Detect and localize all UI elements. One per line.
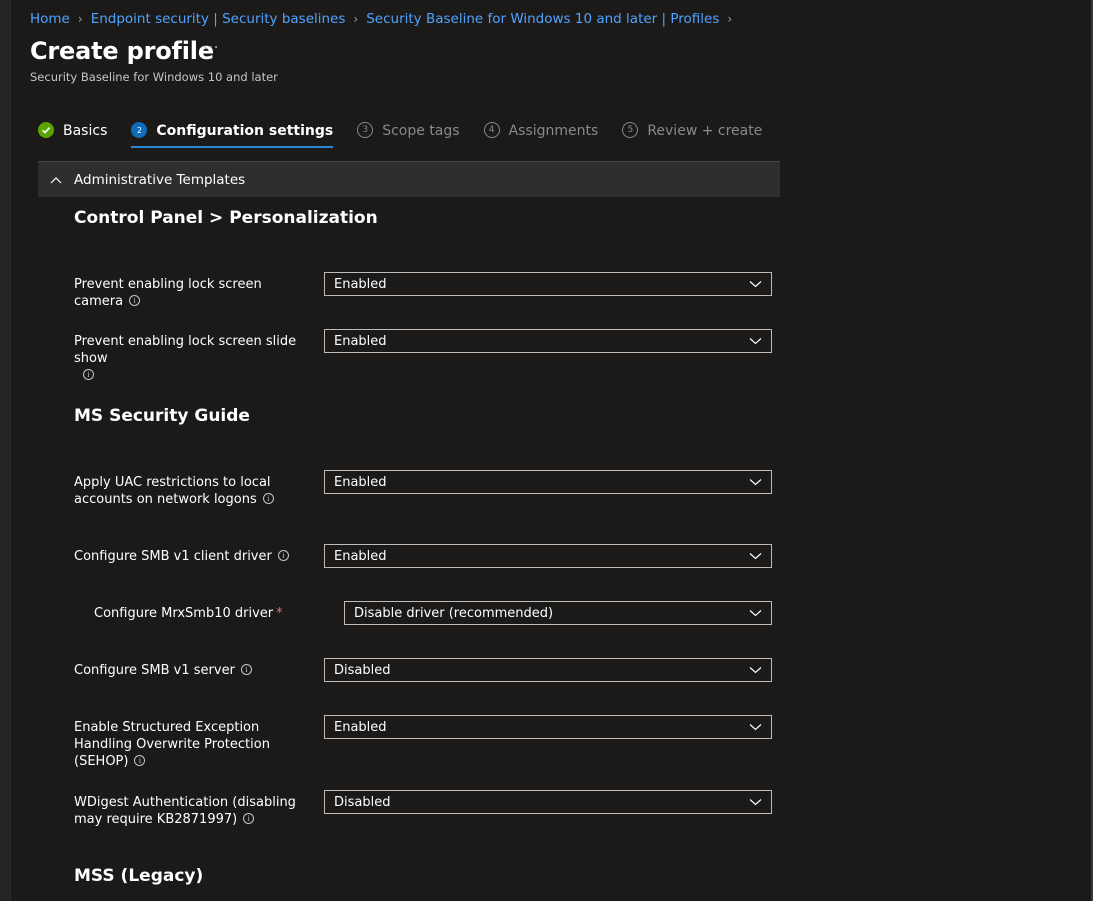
setting-label-text: Apply UAC restrictions to local accounts…: [74, 475, 271, 507]
chevron-down-icon: [749, 337, 763, 345]
info-icon[interactable]: i: [129, 295, 141, 306]
setting-label-text: Configure MrxSmb10 driver: [94, 606, 274, 621]
setting-label-text: WDigest Authentication (disabling may re…: [74, 795, 296, 827]
dropdown-value: Enabled: [334, 333, 387, 349]
chevron-down-icon: [749, 478, 763, 486]
setting-label-text: Configure SMB v1 client driver: [74, 549, 272, 564]
chevron-down-icon: [749, 609, 763, 617]
page-subtitle: Security Baseline for Windows 10 and lat…: [30, 70, 278, 84]
group-heading-personalization: Control Panel > Personalization: [74, 208, 378, 228]
breadcrumb-security-baselines[interactable]: Endpoint security | Security baselines: [91, 11, 346, 27]
dropdown-lock-screen-camera[interactable]: Enabled: [324, 272, 772, 296]
group-heading-ms-security-guide: MS Security Guide: [74, 406, 250, 426]
wizard-step-label: Basics: [63, 123, 108, 139]
wizard-steps: Basics 2 Configuration settings 3 Scope …: [38, 121, 786, 151]
setting-label: Configure SMB v1 client driver i: [74, 548, 314, 565]
wizard-step-label: Review + create: [647, 123, 763, 139]
wizard-step-configuration-settings[interactable]: 2 Configuration settings: [131, 121, 333, 149]
page-title: Create profile: [30, 37, 214, 65]
info-icon[interactable]: i: [240, 664, 252, 675]
dropdown-smb-v1-client[interactable]: Enabled: [324, 544, 772, 568]
wizard-step-label: Configuration settings: [156, 123, 334, 139]
dropdown-value: Enabled: [334, 474, 387, 490]
setting-label: Prevent enabling lock screen slide show i: [74, 333, 314, 384]
dropdown-value: Disable driver (recommended): [354, 605, 554, 621]
chevron-down-icon: [749, 723, 763, 731]
chevron-right-icon: ›: [77, 12, 83, 26]
step-number: 4: [483, 122, 500, 138]
dropdown-uac-restrictions[interactable]: Enabled: [324, 470, 772, 494]
chevron-right-icon: ›: [353, 12, 359, 26]
group-heading-mss-legacy: MSS (Legacy): [74, 866, 204, 886]
dropdown-value: Disabled: [334, 794, 391, 810]
dropdown-value: Enabled: [334, 719, 387, 735]
setting-label: Prevent enabling lock screen camera i: [74, 276, 314, 310]
more-options-button[interactable]: ···: [203, 40, 219, 56]
wizard-step-basics[interactable]: Basics: [38, 121, 107, 149]
setting-label: WDigest Authentication (disabling may re…: [74, 794, 314, 828]
setting-label-text: Configure SMB v1 server: [74, 663, 235, 678]
dropdown-lock-screen-slide-show[interactable]: Enabled: [324, 329, 772, 353]
setting-label-text: Enable Structured Exception Handling Ove…: [74, 720, 270, 769]
chevron-right-icon: ›: [727, 12, 733, 26]
info-icon[interactable]: i: [243, 813, 255, 824]
wizard-step-review-create[interactable]: 5 Review + create: [622, 121, 762, 149]
info-icon[interactable]: i: [83, 369, 94, 380]
chevron-down-icon: [749, 666, 763, 674]
setting-label: Configure SMB v1 server i: [74, 662, 314, 679]
dropdown-value: Enabled: [334, 276, 387, 292]
info-icon[interactable]: i: [277, 550, 289, 561]
step-number: 5: [622, 122, 639, 138]
dropdown-mrxsmb10-driver[interactable]: Disable driver (recommended): [344, 601, 772, 625]
section-title: Administrative Templates: [74, 171, 246, 188]
setting-label-text: Prevent enabling lock screen slide show: [74, 334, 297, 366]
info-icon[interactable]: i: [134, 755, 146, 766]
breadcrumb: Home › Endpoint security | Security base…: [30, 11, 740, 27]
chevron-down-icon: [749, 552, 763, 560]
step-number: 2: [131, 122, 148, 138]
dropdown-value: Disabled: [334, 662, 391, 678]
chevron-down-icon: [749, 798, 763, 806]
section-header-administrative-templates[interactable]: Administrative Templates: [38, 161, 780, 197]
chevron-down-icon: [749, 280, 763, 288]
dropdown-wdigest-authentication[interactable]: Disabled: [324, 790, 772, 814]
required-indicator: *: [276, 606, 283, 621]
setting-label-text: Prevent enabling lock screen camera: [74, 277, 262, 309]
breadcrumb-home[interactable]: Home: [30, 11, 70, 27]
chevron-up-icon: [50, 176, 62, 184]
wizard-step-scope-tags[interactable]: 3 Scope tags: [357, 121, 460, 149]
wizard-step-assignments[interactable]: 4 Assignments: [483, 121, 599, 149]
setting-label: Enable Structured Exception Handling Ove…: [74, 719, 314, 770]
setting-label: Apply UAC restrictions to local accounts…: [74, 474, 314, 508]
dropdown-sehop[interactable]: Enabled: [324, 715, 772, 739]
dropdown-value: Enabled: [334, 548, 387, 564]
dropdown-smb-v1-server[interactable]: Disabled: [324, 658, 772, 682]
info-icon[interactable]: i: [262, 493, 274, 504]
wizard-step-label: Assignments: [508, 123, 599, 139]
checkmark-icon: [38, 122, 54, 138]
left-nav-edge: [0, 0, 11, 901]
breadcrumb-baseline-profiles[interactable]: Security Baseline for Windows 10 and lat…: [366, 11, 719, 27]
setting-label: Configure MrxSmb10 driver *: [94, 605, 334, 622]
step-number: 3: [357, 122, 374, 138]
wizard-step-label: Scope tags: [382, 123, 460, 139]
